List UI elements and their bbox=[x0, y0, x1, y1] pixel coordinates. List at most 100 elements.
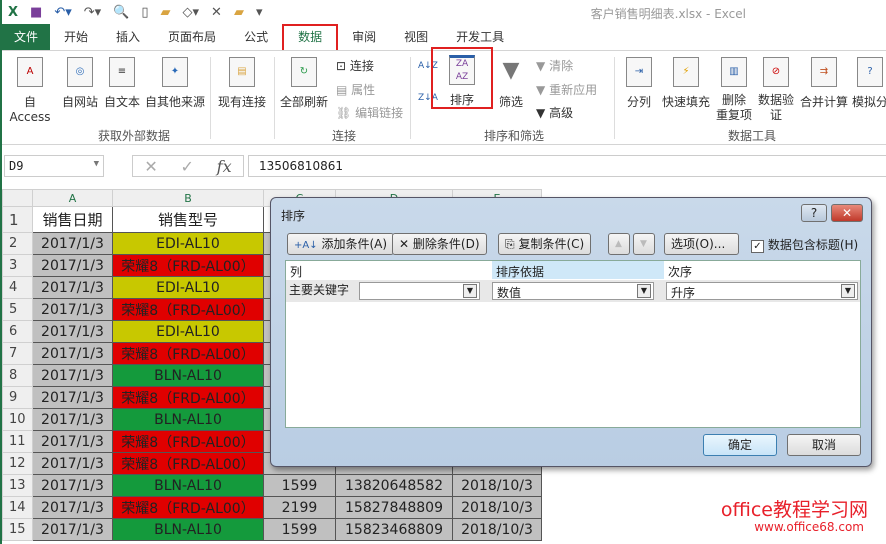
column-header-a[interactable]: A bbox=[32, 189, 113, 207]
help-button[interactable]: ? bbox=[801, 204, 827, 222]
cancel-icon[interactable]: ✕ bbox=[144, 157, 157, 176]
date-cell[interactable]: 2017/1/3 bbox=[32, 364, 113, 387]
row-header[interactable]: 6 bbox=[2, 320, 33, 343]
row-header[interactable]: 5 bbox=[2, 298, 33, 321]
model-cell[interactable]: EDI-AL10 bbox=[112, 232, 264, 255]
move-down-button[interactable]: ▼ bbox=[633, 233, 655, 255]
from-web-button[interactable]: ◎ 自网站 bbox=[60, 57, 100, 110]
from-other-sources-button[interactable]: ✦ 自其他来源 bbox=[144, 57, 206, 110]
enter-icon[interactable]: ✓ bbox=[181, 157, 194, 176]
row-header[interactable]: 3 bbox=[2, 254, 33, 277]
data-validation-button[interactable]: ⊘ 数据验 证 bbox=[756, 57, 796, 123]
date-cell[interactable]: 2017/1/3 bbox=[32, 320, 113, 343]
model-cell[interactable]: 荣耀8（FRD-AL00） bbox=[112, 342, 264, 365]
model-cell[interactable]: 荣耀8（FRD-AL00） bbox=[112, 496, 264, 519]
tab-formulas[interactable]: 公式 bbox=[230, 24, 282, 50]
properties-button[interactable]: ▤ 属性 bbox=[336, 81, 375, 98]
price-cell[interactable]: 2199 bbox=[263, 496, 336, 519]
insert-function-icon[interactable]: fx bbox=[217, 157, 232, 176]
column-header-b[interactable]: B bbox=[112, 189, 264, 207]
tab-review[interactable]: 审阅 bbox=[338, 24, 390, 50]
save-icon[interactable]: ■ bbox=[30, 5, 42, 20]
header-cell-model[interactable]: 销售型号 bbox=[112, 206, 264, 233]
close-file-icon[interactable]: ✕ bbox=[211, 5, 222, 20]
model-cell[interactable]: EDI-AL10 bbox=[112, 276, 264, 299]
row-header[interactable]: 9 bbox=[2, 386, 33, 409]
name-box[interactable]: D9 ▼ bbox=[4, 155, 104, 177]
connections-button[interactable]: ⊡ 连接 bbox=[336, 57, 374, 74]
select-all-corner[interactable] bbox=[2, 189, 33, 207]
date-cell[interactable]: 2017/1/3 bbox=[32, 298, 113, 321]
text-to-columns-button[interactable]: ⇥ 分列 bbox=[622, 57, 656, 110]
date-cell[interactable]: 2017/1/3 bbox=[32, 276, 113, 299]
date-cell[interactable]: 2017/1/3 bbox=[32, 342, 113, 365]
existing-connections-button[interactable]: ▤ 现有连接 bbox=[216, 57, 268, 110]
clear-filter-button[interactable]: ▼ 清除 bbox=[536, 57, 573, 74]
date-cell[interactable]: 2017/1/3 bbox=[32, 474, 113, 497]
customize-qat-icon[interactable]: ▾ bbox=[256, 5, 263, 20]
date-cell[interactable]: 2018/10/3 bbox=[452, 518, 542, 541]
formula-input[interactable]: 13506810861 bbox=[248, 155, 886, 177]
model-cell[interactable]: BLN-AL10 bbox=[112, 364, 264, 387]
date-cell[interactable]: 2017/1/3 bbox=[32, 408, 113, 431]
tab-home[interactable]: 开始 bbox=[50, 24, 102, 50]
model-cell[interactable]: EDI-AL10 bbox=[112, 320, 264, 343]
row-header[interactable]: 1 bbox=[2, 206, 33, 233]
date-cell[interactable]: 2017/1/3 bbox=[32, 430, 113, 453]
print-preview-icon[interactable]: 🔍 bbox=[113, 5, 129, 20]
price-cell[interactable]: 1599 bbox=[263, 518, 336, 541]
sort-on-select[interactable]: 数值 ▼ bbox=[492, 282, 654, 300]
date-cell[interactable]: 2017/1/3 bbox=[32, 518, 113, 541]
row-header[interactable]: 7 bbox=[2, 342, 33, 365]
date-cell[interactable]: 2018/10/3 bbox=[452, 474, 542, 497]
sort-button[interactable]: ZA AZ 排序 bbox=[431, 47, 493, 109]
row-header[interactable]: 2 bbox=[2, 232, 33, 255]
model-cell[interactable]: 荣耀8（FRD-AL00） bbox=[112, 430, 264, 453]
has-headers-checkbox[interactable]: ✓ 数据包含标题(H) bbox=[751, 236, 858, 253]
order-select[interactable]: 升序 ▼ bbox=[666, 282, 858, 300]
model-cell[interactable]: 荣耀8（FRD-AL00） bbox=[112, 386, 264, 409]
remove-duplicates-button[interactable]: ▥ 删除 重复项 bbox=[714, 57, 754, 123]
row-header[interactable]: 10 bbox=[2, 408, 33, 431]
row-header[interactable]: 14 bbox=[2, 496, 33, 519]
row-header[interactable]: 4 bbox=[2, 276, 33, 299]
flash-fill-button[interactable]: ⚡ 快速填充 bbox=[660, 57, 712, 110]
sort-level-row[interactable]: 主要关键字 ▼ 数值 ▼ 升序 ▼ bbox=[286, 280, 860, 302]
undo-icon[interactable]: ↶▾ bbox=[54, 5, 71, 20]
delete-level-button[interactable]: ✕ 删除条件(D) bbox=[392, 233, 487, 255]
model-cell[interactable]: BLN-AL10 bbox=[112, 474, 264, 497]
edit-links-button[interactable]: ⛓ 编辑链接 bbox=[336, 104, 403, 121]
new-file-icon[interactable]: ▯ bbox=[141, 5, 148, 20]
open-folder-icon[interactable]: ▰ bbox=[161, 5, 171, 20]
date-cell[interactable]: 2017/1/3 bbox=[32, 232, 113, 255]
cancel-button[interactable]: 取消 bbox=[787, 434, 861, 456]
from-access-button[interactable]: A自 Access bbox=[4, 57, 56, 124]
date-cell[interactable]: 2017/1/3 bbox=[32, 452, 113, 475]
model-cell[interactable]: BLN-AL10 bbox=[112, 408, 264, 431]
move-up-button[interactable]: ▲ bbox=[608, 233, 630, 255]
what-if-button[interactable]: ? 模拟分 bbox=[850, 57, 886, 110]
phone-cell[interactable]: 13820648582 bbox=[335, 474, 453, 497]
date-cell[interactable]: 2017/1/3 bbox=[32, 386, 113, 409]
shape-icon[interactable]: ◇▾ bbox=[183, 5, 200, 20]
copy-level-button[interactable]: ⎘ 复制条件(C) bbox=[498, 233, 592, 255]
from-text-button[interactable]: ≡ 自文本 bbox=[102, 57, 142, 110]
name-box-dropdown-icon[interactable]: ▼ bbox=[94, 159, 99, 169]
reapply-button[interactable]: ▼ 重新应用 bbox=[536, 81, 597, 98]
row-header[interactable]: 15 bbox=[2, 518, 33, 541]
add-level-button[interactable]: +A↓ 添加条件(A) bbox=[287, 233, 395, 255]
filter-button[interactable]: ▼ 筛选 bbox=[496, 57, 526, 110]
date-cell[interactable]: 2018/10/3 bbox=[452, 496, 542, 519]
phone-cell[interactable]: 15827848809 bbox=[335, 496, 453, 519]
redo-icon[interactable]: ↷▾ bbox=[84, 5, 101, 20]
tab-page-layout[interactable]: 页面布局 bbox=[154, 24, 230, 50]
phone-cell[interactable]: 15823468809 bbox=[335, 518, 453, 541]
advanced-filter-button[interactable]: ▼ 高级 bbox=[536, 104, 573, 121]
consolidate-button[interactable]: ⇉ 合并计算 bbox=[798, 57, 850, 110]
price-cell[interactable]: 1599 bbox=[263, 474, 336, 497]
close-button[interactable]: ✕ bbox=[831, 204, 863, 222]
tab-insert[interactable]: 插入 bbox=[102, 24, 154, 50]
model-cell[interactable]: 荣耀8（FRD-AL00） bbox=[112, 298, 264, 321]
date-cell[interactable]: 2017/1/3 bbox=[32, 254, 113, 277]
date-cell[interactable]: 2017/1/3 bbox=[32, 496, 113, 519]
